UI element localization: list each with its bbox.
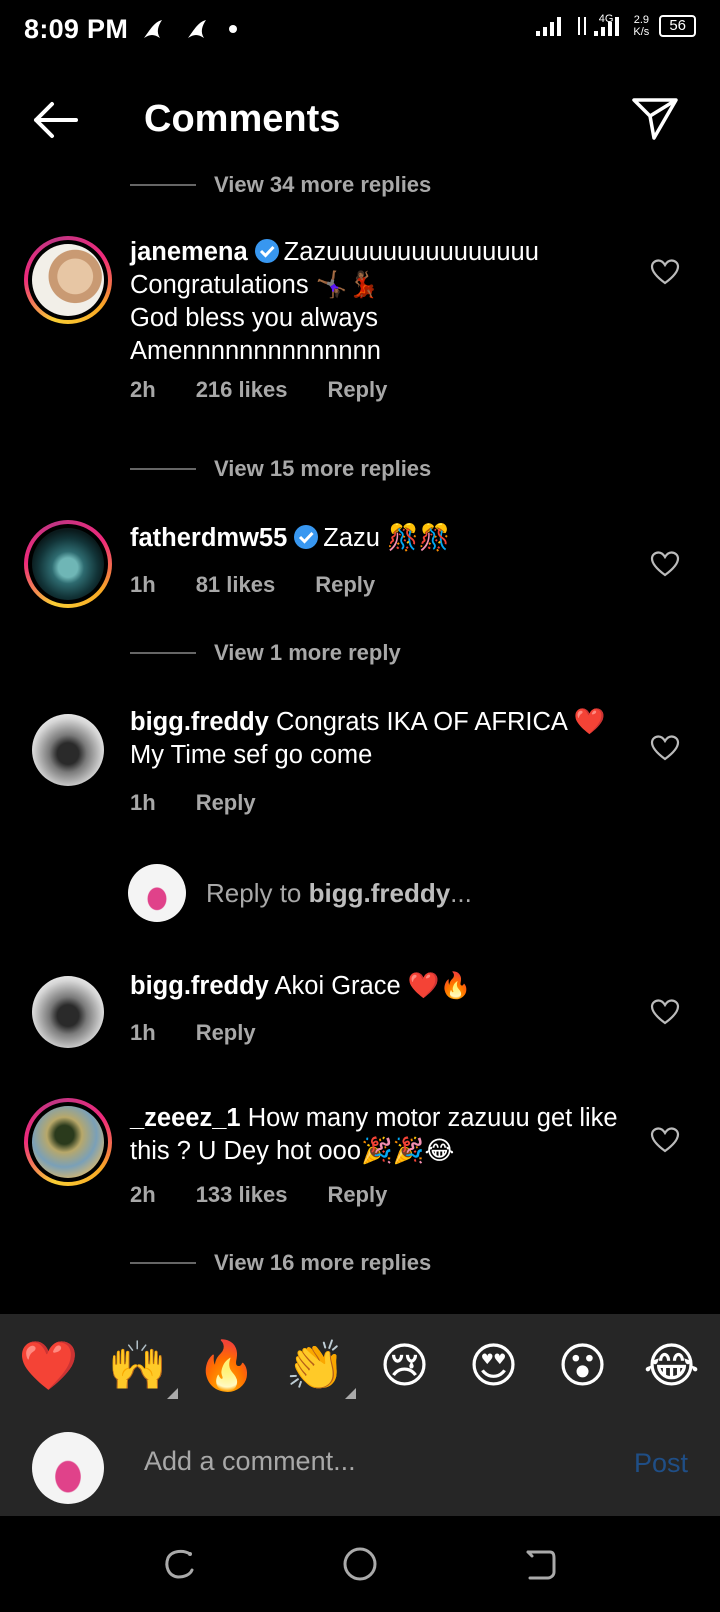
avatar[interactable] <box>32 976 104 1048</box>
reply-button[interactable]: Reply <box>327 1182 387 1208</box>
like-heart-icon[interactable] <box>650 550 680 578</box>
app-notification-icon <box>188 20 206 38</box>
like-heart-icon[interactable] <box>650 998 680 1026</box>
view-more-replies[interactable]: View 16 more replies <box>130 1246 431 1280</box>
comment-username[interactable]: bigg.freddy <box>130 972 269 1000</box>
app-notification-icon <box>144 20 162 38</box>
status-time: 8:09 PM <box>24 14 129 44</box>
share-icon[interactable] <box>630 94 680 144</box>
reply-to-prompt[interactable]: Reply to bigg.freddy... <box>128 864 472 922</box>
comment-username[interactable]: _zeeez_1 <box>130 1104 241 1132</box>
emoji-laughing-button[interactable]: 😂 <box>636 1341 708 1393</box>
back-arrow-icon[interactable] <box>30 98 80 142</box>
avatar <box>128 864 186 922</box>
comment-text: Zazu 🎊🎊 <box>323 524 451 552</box>
like-heart-icon[interactable] <box>650 258 680 286</box>
emoji-surprised-button[interactable]: 😮 <box>547 1341 619 1393</box>
like-heart-icon[interactable] <box>650 1126 680 1154</box>
view-more-replies[interactable]: View 34 more replies <box>130 168 431 202</box>
back-nav-icon[interactable] <box>520 1544 560 1584</box>
avatar[interactable] <box>32 714 104 786</box>
net-speed: 2.9 K/s <box>633 14 650 38</box>
header: Comments <box>0 80 720 160</box>
post-button[interactable]: Post <box>634 1448 688 1479</box>
emoji-crying-button[interactable]: 😢 <box>369 1341 441 1393</box>
avatar[interactable] <box>24 236 112 324</box>
comment-username[interactable]: janemena <box>130 238 248 266</box>
reply-button[interactable]: Reply <box>196 1020 256 1046</box>
comment-input[interactable]: Add a comment... <box>144 1446 356 1477</box>
emoji-clap-button[interactable]: 👏 <box>280 1341 356 1399</box>
avatar[interactable] <box>24 520 112 608</box>
emoji-quick-bar: ❤️ 🙌 🔥 👏 😢 😍 😮 😂 <box>0 1314 720 1420</box>
emoji-heart-eyes-button[interactable]: 😍 <box>458 1341 530 1393</box>
comment-time: 2h <box>130 377 156 402</box>
comment-text: Congratulations 🤸🏾‍♀️💃🏾 <box>130 271 380 299</box>
comment-text: Zazuuuuuuuuuuuuuuu <box>283 238 539 266</box>
data-transfer-icon <box>577 17 586 35</box>
signal-icon <box>594 17 620 36</box>
comment-username[interactable]: fatherdmw55 <box>130 524 287 552</box>
verified-badge-icon <box>294 525 319 549</box>
system-nav-bar <box>0 1516 720 1612</box>
comment-text: God bless you always <box>130 304 379 332</box>
view-more-replies[interactable]: View 15 more replies <box>130 452 431 486</box>
battery-icon: 56 <box>659 15 696 37</box>
emoji-heart-button[interactable]: ❤️ <box>13 1341 85 1393</box>
skin-tone-indicator-icon <box>344 1388 356 1399</box>
avatar[interactable] <box>24 1098 112 1186</box>
comment-text: Amennnnnnnnnnnnnn <box>130 337 381 365</box>
comment-likes[interactable]: 81 likes <box>196 572 276 598</box>
emoji-fire-button[interactable]: 🔥 <box>191 1341 263 1393</box>
comment-time: 1h <box>130 572 156 597</box>
avatar <box>32 1432 104 1504</box>
verified-badge-icon <box>254 239 279 263</box>
view-more-replies[interactable]: View 1 more reply <box>130 636 401 670</box>
comment-username[interactable]: bigg.freddy <box>130 708 269 736</box>
like-heart-icon[interactable] <box>650 734 680 762</box>
emoji-raised-hands-button[interactable]: 🙌 <box>102 1341 178 1399</box>
more-notifications-dot-icon <box>229 25 237 33</box>
comment-likes[interactable]: 133 likes <box>196 1182 288 1208</box>
comment-composer: Add a comment... Post <box>0 1420 720 1516</box>
reply-button[interactable]: Reply <box>327 377 387 403</box>
comment-time: 2h <box>130 1182 156 1207</box>
recent-apps-icon[interactable] <box>160 1544 200 1584</box>
status-bar: 8:09 PM 4G 2.9 K/s 56 <box>0 0 720 66</box>
signal-icon <box>535 17 561 36</box>
page-title: Comments <box>144 98 341 140</box>
comment-likes[interactable]: 216 likes <box>196 377 288 403</box>
comment-text: Akoi Grace ❤️🔥 <box>274 972 472 1000</box>
reply-button[interactable]: Reply <box>196 790 256 816</box>
comment-time: 1h <box>130 1020 156 1045</box>
comment-time: 1h <box>130 790 156 815</box>
skin-tone-indicator-icon <box>166 1388 178 1399</box>
reply-button[interactable]: Reply <box>315 572 375 598</box>
home-icon[interactable] <box>340 1544 380 1584</box>
